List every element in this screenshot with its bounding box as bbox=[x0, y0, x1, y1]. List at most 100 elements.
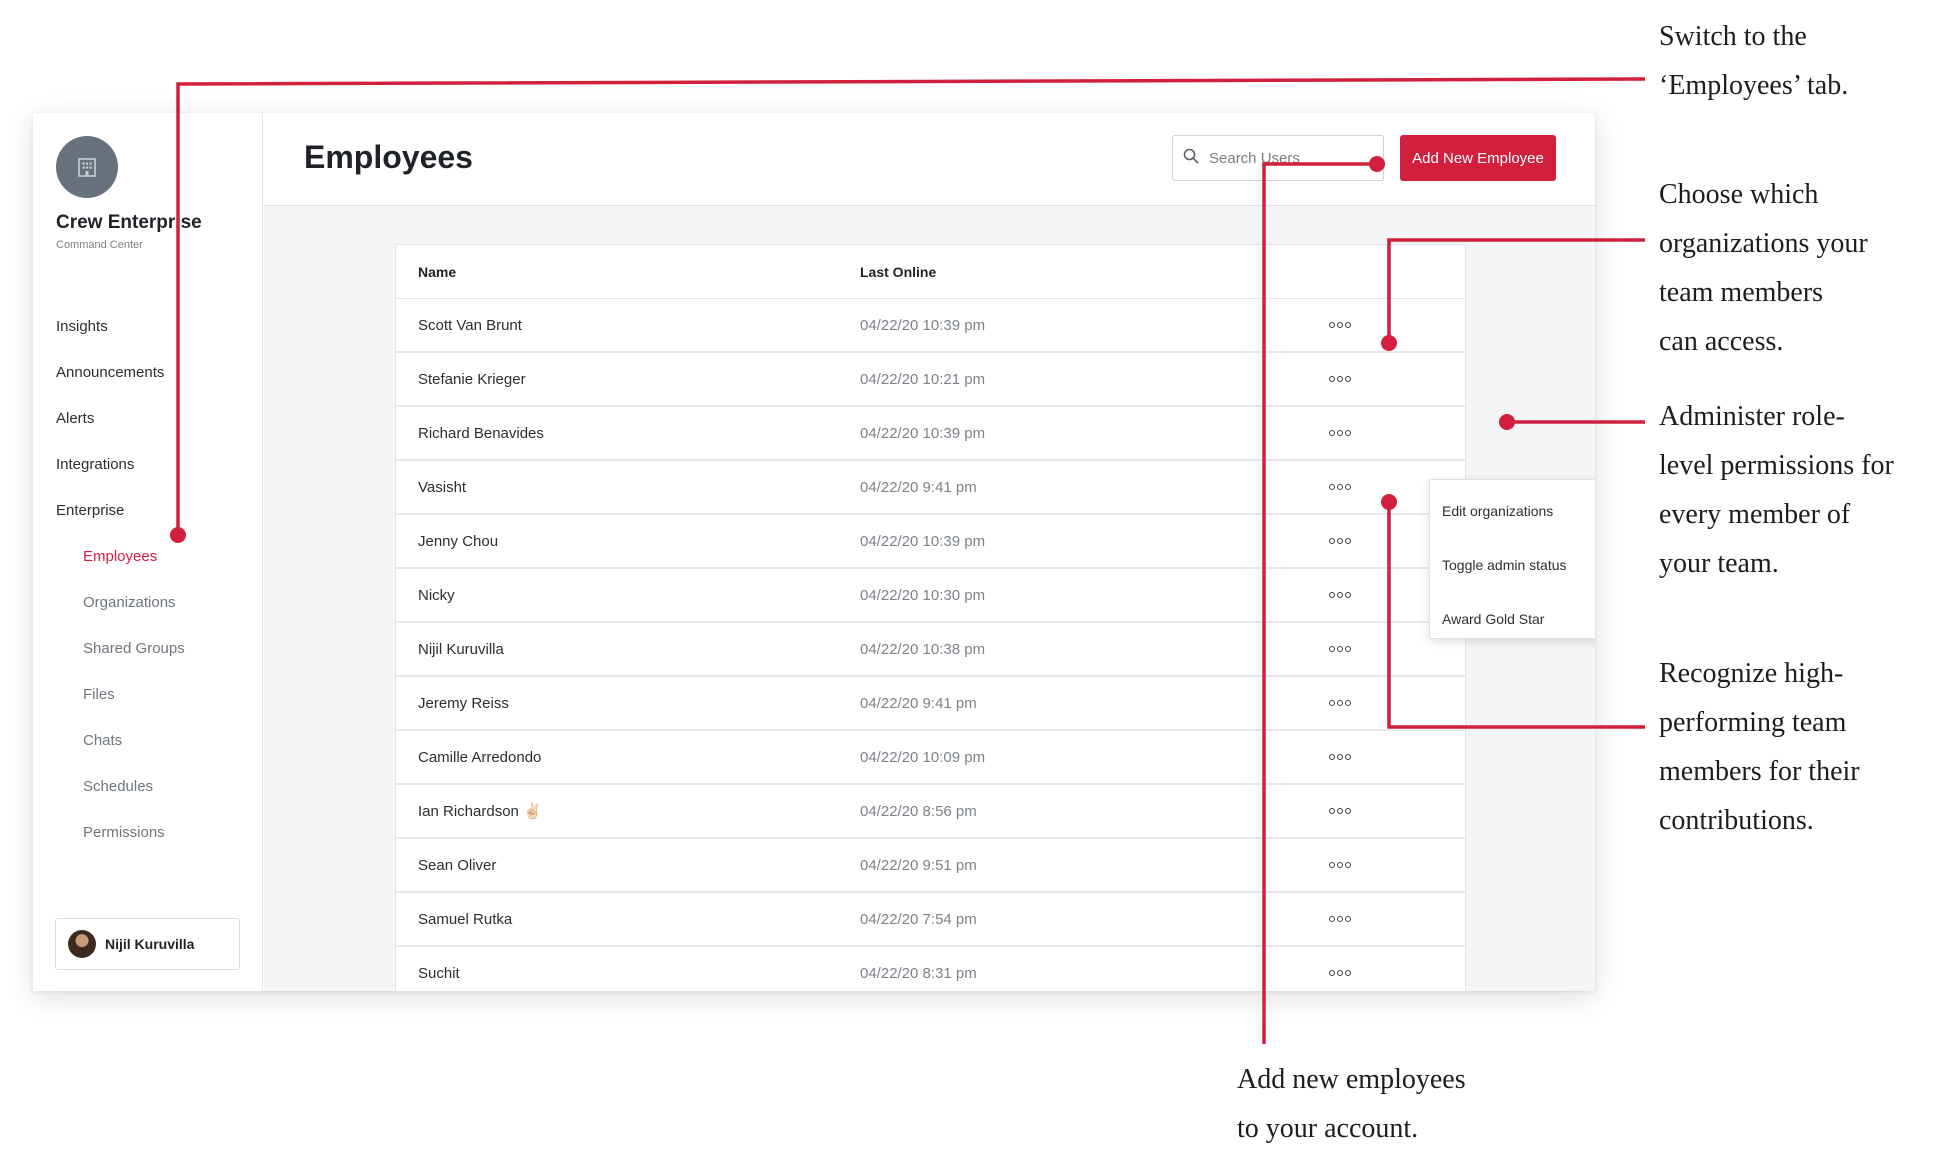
sidebar-item-permissions[interactable]: Permissions bbox=[33, 809, 263, 855]
sidebar-item-schedules[interactable]: Schedules bbox=[33, 763, 263, 809]
last-online: 04/22/20 8:56 pm bbox=[860, 802, 977, 820]
employee-name: Camille Arredondo bbox=[418, 748, 542, 766]
employee-name: Stefanie Krieger bbox=[418, 370, 526, 388]
table-header: Name Last Online bbox=[396, 245, 1465, 299]
employee-name: Nicky bbox=[418, 586, 455, 604]
callout-add-employees: Add new employees to your account. bbox=[1237, 1064, 1466, 1144]
employee-name: Jenny Chou bbox=[418, 532, 499, 550]
add-new-employee-button[interactable]: Add New Employee bbox=[1400, 135, 1556, 181]
search-box[interactable] bbox=[1172, 135, 1384, 181]
table-row[interactable]: Vasisht 04/22/20 9:41 pm bbox=[396, 461, 1465, 515]
employee-name: Vasisht bbox=[418, 478, 467, 496]
table-row[interactable]: Jeremy Reiss 04/22/20 9:41 pm bbox=[396, 677, 1465, 731]
current-user-name: Nijil Kuruvilla bbox=[105, 936, 195, 952]
row-actions bbox=[1327, 569, 1353, 621]
sidebar-item-enterprise[interactable]: Enterprise bbox=[33, 487, 263, 533]
last-online: 04/22/20 9:41 pm bbox=[860, 478, 977, 496]
row-actions bbox=[1327, 461, 1353, 513]
more-horizontal-icon[interactable] bbox=[1325, 426, 1355, 440]
menu-item-award-gold-star[interactable]: Award Gold Star bbox=[1430, 592, 1595, 646]
table-row[interactable]: Ian Richardson ✌🏻 04/22/20 8:56 pm bbox=[396, 785, 1465, 839]
last-online: 04/22/20 9:41 pm bbox=[860, 694, 977, 712]
employee-name: Richard Benavides bbox=[418, 424, 544, 442]
table-row[interactable]: Nijil Kuruvilla 04/22/20 10:38 pm bbox=[396, 623, 1465, 677]
last-online: 04/22/20 7:54 pm bbox=[860, 910, 977, 928]
more-horizontal-icon[interactable] bbox=[1325, 750, 1355, 764]
row-actions bbox=[1327, 623, 1353, 675]
sidebar-item-integrations[interactable]: Integrations bbox=[33, 441, 263, 487]
employee-name: Scott Van Brunt bbox=[418, 316, 522, 334]
page-title: Employees bbox=[304, 139, 473, 175]
row-actions bbox=[1327, 515, 1353, 567]
search-input[interactable] bbox=[1207, 148, 1367, 168]
sidebar-item-shared-groups[interactable]: Shared Groups bbox=[33, 625, 263, 671]
employees-table: Name Last Online Scott Van Brunt 04/22/20… bbox=[395, 244, 1595, 991]
last-online: 04/22/20 10:09 pm bbox=[860, 748, 986, 766]
employee-name: Jeremy Reiss bbox=[418, 694, 509, 712]
last-online: 04/22/20 10:30 pm bbox=[860, 586, 986, 604]
table-row[interactable]: Nicky 04/22/20 10:30 pm bbox=[396, 569, 1465, 623]
table-row[interactable]: Jenny Chou 04/22/20 10:39 pm bbox=[396, 515, 1465, 569]
table-row[interactable]: Richard Benavides 04/22/20 10:39 pm bbox=[396, 407, 1465, 461]
last-online: 04/22/20 10:38 pm bbox=[860, 640, 986, 658]
employee-name: Samuel Rutka bbox=[418, 910, 513, 928]
table-row[interactable]: Sean Oliver 04/22/20 9:51 pm bbox=[396, 839, 1465, 893]
more-horizontal-icon[interactable] bbox=[1325, 318, 1355, 332]
table-row[interactable]: Samuel Rutka 04/22/20 7:54 pm bbox=[396, 893, 1465, 947]
more-horizontal-icon[interactable] bbox=[1325, 858, 1355, 872]
sidebar-item-files[interactable]: Files bbox=[33, 671, 263, 717]
row-actions bbox=[1327, 731, 1353, 783]
sidebar-item-chats[interactable]: Chats bbox=[33, 717, 263, 763]
column-header-last-online[interactable]: Last Online bbox=[860, 245, 936, 298]
sidebar-item-announcements[interactable]: Announcements bbox=[33, 349, 263, 395]
app-window: Crew Enterprise Command Center Insights … bbox=[33, 113, 1595, 991]
callout-employees-tab: Switch to the ‘Employees’ tab. bbox=[1659, 21, 1849, 101]
more-horizontal-icon[interactable] bbox=[1325, 804, 1355, 818]
top-bar: Employees Add New Employee bbox=[264, 113, 1595, 206]
row-actions bbox=[1327, 947, 1353, 991]
table-row[interactable]: Camille Arredondo 04/22/20 10:09 pm bbox=[396, 731, 1465, 785]
last-online: 04/22/20 10:21 pm bbox=[860, 370, 986, 388]
table-row[interactable]: Scott Van Brunt 04/22/20 10:39 pm bbox=[396, 299, 1465, 353]
more-horizontal-icon[interactable] bbox=[1325, 588, 1355, 602]
row-actions bbox=[1327, 407, 1353, 459]
employee-name: Suchit bbox=[418, 964, 460, 982]
more-horizontal-icon[interactable] bbox=[1325, 966, 1355, 980]
building-icon[interactable] bbox=[56, 136, 118, 198]
row-actions bbox=[1327, 299, 1353, 351]
org-name: Crew Enterprise bbox=[56, 212, 202, 233]
search-icon bbox=[1183, 148, 1199, 169]
last-online: 04/22/20 10:39 pm bbox=[860, 532, 986, 550]
row-actions bbox=[1327, 677, 1353, 729]
sidebar-item-organizations[interactable]: Organizations bbox=[33, 579, 263, 625]
more-horizontal-icon[interactable] bbox=[1325, 480, 1355, 494]
last-online: 04/22/20 10:39 pm bbox=[860, 316, 986, 334]
employee-name: Sean Oliver bbox=[418, 856, 497, 874]
callout-gold-star: Recognize high- performing team members … bbox=[1659, 658, 1860, 836]
row-actions bbox=[1327, 893, 1353, 945]
sidebar-item-employees[interactable]: Employees bbox=[33, 533, 263, 579]
more-horizontal-icon[interactable] bbox=[1325, 912, 1355, 926]
current-user-button[interactable]: Nijil Kuruvilla bbox=[55, 918, 240, 970]
sidebar: Crew Enterprise Command Center Insights … bbox=[33, 113, 263, 991]
row-actions bbox=[1327, 785, 1353, 837]
sidebar-item-insights[interactable]: Insights bbox=[33, 303, 263, 349]
menu-item-edit-organizations[interactable]: Edit organizations bbox=[1430, 484, 1595, 538]
callout-admin: Administer role- level permissions for e… bbox=[1659, 401, 1894, 579]
more-horizontal-icon[interactable] bbox=[1325, 372, 1355, 386]
row-actions-menu: Edit organizations Toggle admin status A… bbox=[1429, 479, 1595, 639]
menu-item-toggle-admin-status[interactable]: Toggle admin status bbox=[1430, 538, 1595, 592]
sidebar-item-alerts[interactable]: Alerts bbox=[33, 395, 263, 441]
more-horizontal-icon[interactable] bbox=[1325, 696, 1355, 710]
employee-name: Ian Richardson ✌🏻 bbox=[418, 803, 542, 820]
main-content: Employees Add New Employee Name Last Onl… bbox=[264, 113, 1595, 991]
column-header-name[interactable]: Name bbox=[418, 245, 456, 298]
more-horizontal-icon[interactable] bbox=[1325, 534, 1355, 548]
more-horizontal-icon[interactable] bbox=[1325, 642, 1355, 656]
org-subtitle: Command Center bbox=[56, 239, 143, 251]
table-row[interactable]: Suchit 04/22/20 8:31 pm bbox=[396, 947, 1465, 991]
sidebar-nav: Insights Announcements Alerts Integratio… bbox=[33, 303, 263, 855]
table-row[interactable]: Stefanie Krieger 04/22/20 10:21 pm bbox=[396, 353, 1465, 407]
row-actions bbox=[1327, 353, 1353, 405]
avatar bbox=[68, 930, 96, 958]
